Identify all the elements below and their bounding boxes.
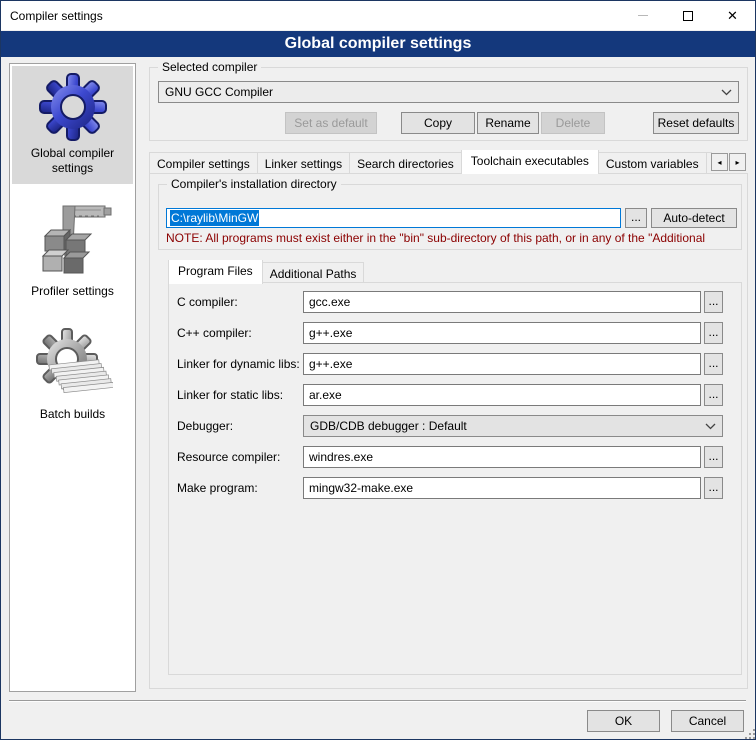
compiler-select-value: GNU GCC Compiler <box>165 85 273 99</box>
compiler-settings-dialog: { "window": { "title": "Compiler setting… <box>0 0 756 740</box>
program-tab-strip: Program Files Additional Paths <box>168 260 742 284</box>
installation-directory-input[interactable]: C:\raylib\MinGW <box>166 208 621 228</box>
browse-button[interactable]: ... <box>704 291 723 313</box>
gear-blue-icon <box>38 72 108 142</box>
cancel-button[interactable]: Cancel <box>671 710 744 732</box>
ok-button[interactable]: OK <box>587 710 660 732</box>
dynamic-linker-row: Linker for dynamic libs: ... <box>169 353 741 375</box>
field-label: Linker for static libs: <box>177 388 283 402</box>
program-files-page: C compiler: ... C++ compiler: ... Linker… <box>168 282 742 675</box>
tab-program-files[interactable]: Program Files <box>168 260 263 284</box>
field-label: C++ compiler: <box>177 326 252 340</box>
toolchain-executables-page: Compiler's installation directory C:\ray… <box>149 173 748 689</box>
sidebar-item-label: Profiler settings <box>31 284 114 299</box>
debugger-row: Debugger: GDB/CDB debugger : Default <box>169 415 741 437</box>
arrow-right-icon: ▸ <box>735 158 739 167</box>
tab-search-directories[interactable]: Search directories <box>349 152 462 174</box>
resource-compiler-row: Resource compiler: ... <box>169 446 741 468</box>
browse-button[interactable]: ... <box>704 353 723 375</box>
gear-stack-icon <box>33 327 113 403</box>
close-icon: ✕ <box>727 9 738 22</box>
tab-scroll-right-button[interactable]: ▸ <box>729 153 746 171</box>
field-label: Resource compiler: <box>177 450 280 464</box>
sidebar-item-batch-builds[interactable]: Batch builds <box>12 321 133 430</box>
debugger-select-value: GDB/CDB debugger : Default <box>310 419 467 433</box>
executable-fields: C compiler: ... C++ compiler: ... Linker… <box>169 291 741 499</box>
sidebar-item-profiler-settings[interactable]: Profiler settings <box>12 190 133 307</box>
browse-button[interactable]: ... <box>704 384 723 406</box>
page-title: Global compiler settings <box>1 31 755 57</box>
group-label: Selected compiler <box>158 60 261 74</box>
footer-separator <box>9 700 746 702</box>
auto-detect-button[interactable]: Auto-detect <box>651 208 737 228</box>
maximize-button[interactable] <box>665 1 710 30</box>
group-label: Compiler's installation directory <box>167 177 341 191</box>
browse-button[interactable]: ... <box>704 446 723 468</box>
field-label: C compiler: <box>177 295 238 309</box>
debugger-select[interactable]: GDB/CDB debugger : Default <box>303 415 723 437</box>
set-as-default-button[interactable]: Set as default <box>285 112 377 134</box>
compiler-select[interactable]: GNU GCC Compiler <box>158 81 739 103</box>
minimize-button[interactable] <box>620 1 665 30</box>
caliper-icon <box>33 196 113 280</box>
chevron-down-icon <box>705 423 716 430</box>
browse-button[interactable]: ... <box>704 322 723 344</box>
maximize-icon <box>683 11 693 21</box>
selected-compiler-group: Selected compiler GNU GCC Compiler Set a… <box>149 67 748 141</box>
make-program-input[interactable] <box>303 477 701 499</box>
browse-directory-button[interactable]: ... <box>625 208 647 228</box>
rename-button[interactable]: Rename <box>477 112 539 134</box>
field-label: Debugger: <box>177 419 233 433</box>
compiler-button-row: Set as default Copy Rename Delete Reset … <box>158 112 739 134</box>
delete-button[interactable]: Delete <box>541 112 605 134</box>
bin-subdirectory-note: NOTE: All programs must exist either in … <box>166 231 740 245</box>
reset-defaults-button[interactable]: Reset defaults <box>653 112 739 134</box>
chevron-down-icon <box>721 89 732 96</box>
static-linker-row: Linker for static libs: ... <box>169 384 741 406</box>
resource-compiler-input[interactable] <box>303 446 701 468</box>
selected-text: C:\raylib\MinGW <box>170 210 259 226</box>
cpp-compiler-input[interactable] <box>303 322 701 344</box>
tab-toolchain-executables[interactable]: Toolchain executables <box>461 150 599 174</box>
main-tab-strip: Compiler settings Linker settings Search… <box>149 150 712 174</box>
tab-scroll-buttons: ◂ ▸ <box>710 153 746 171</box>
installation-directory-group: Compiler's installation directory C:\ray… <box>158 184 742 250</box>
title-bar: Compiler settings ✕ <box>1 1 755 30</box>
resize-grip[interactable] <box>749 733 751 735</box>
caption-buttons: ✕ <box>620 1 755 30</box>
arrow-left-icon: ◂ <box>717 158 721 167</box>
field-label: Make program: <box>177 481 258 495</box>
close-button[interactable]: ✕ <box>710 1 755 30</box>
copy-button[interactable]: Copy <box>401 112 475 134</box>
c-compiler-row: C compiler: ... <box>169 291 741 313</box>
browse-button[interactable]: ... <box>704 477 723 499</box>
tab-linker-settings[interactable]: Linker settings <box>257 152 350 174</box>
tab-custom-variables[interactable]: Custom variables <box>598 152 707 174</box>
c-compiler-input[interactable] <box>303 291 701 313</box>
tab-scroll-left-button[interactable]: ◂ <box>711 153 728 171</box>
cpp-compiler-row: C++ compiler: ... <box>169 322 741 344</box>
sidebar-item-label: Batch builds <box>40 407 105 422</box>
window-title: Compiler settings <box>1 9 103 23</box>
minimize-icon <box>638 15 648 16</box>
sidebar-item-label: Global compiler settings <box>14 146 131 176</box>
settings-sidebar: Global compiler settings Profiler settin… <box>9 63 136 692</box>
tab-compiler-settings[interactable]: Compiler settings <box>149 152 258 174</box>
field-label: Linker for dynamic libs: <box>177 357 300 371</box>
tab-additional-paths[interactable]: Additional Paths <box>262 262 365 284</box>
static-linker-input[interactable] <box>303 384 701 406</box>
dynamic-linker-input[interactable] <box>303 353 701 375</box>
make-program-row: Make program: ... <box>169 477 741 499</box>
sidebar-item-global-compiler-settings[interactable]: Global compiler settings <box>12 66 133 184</box>
